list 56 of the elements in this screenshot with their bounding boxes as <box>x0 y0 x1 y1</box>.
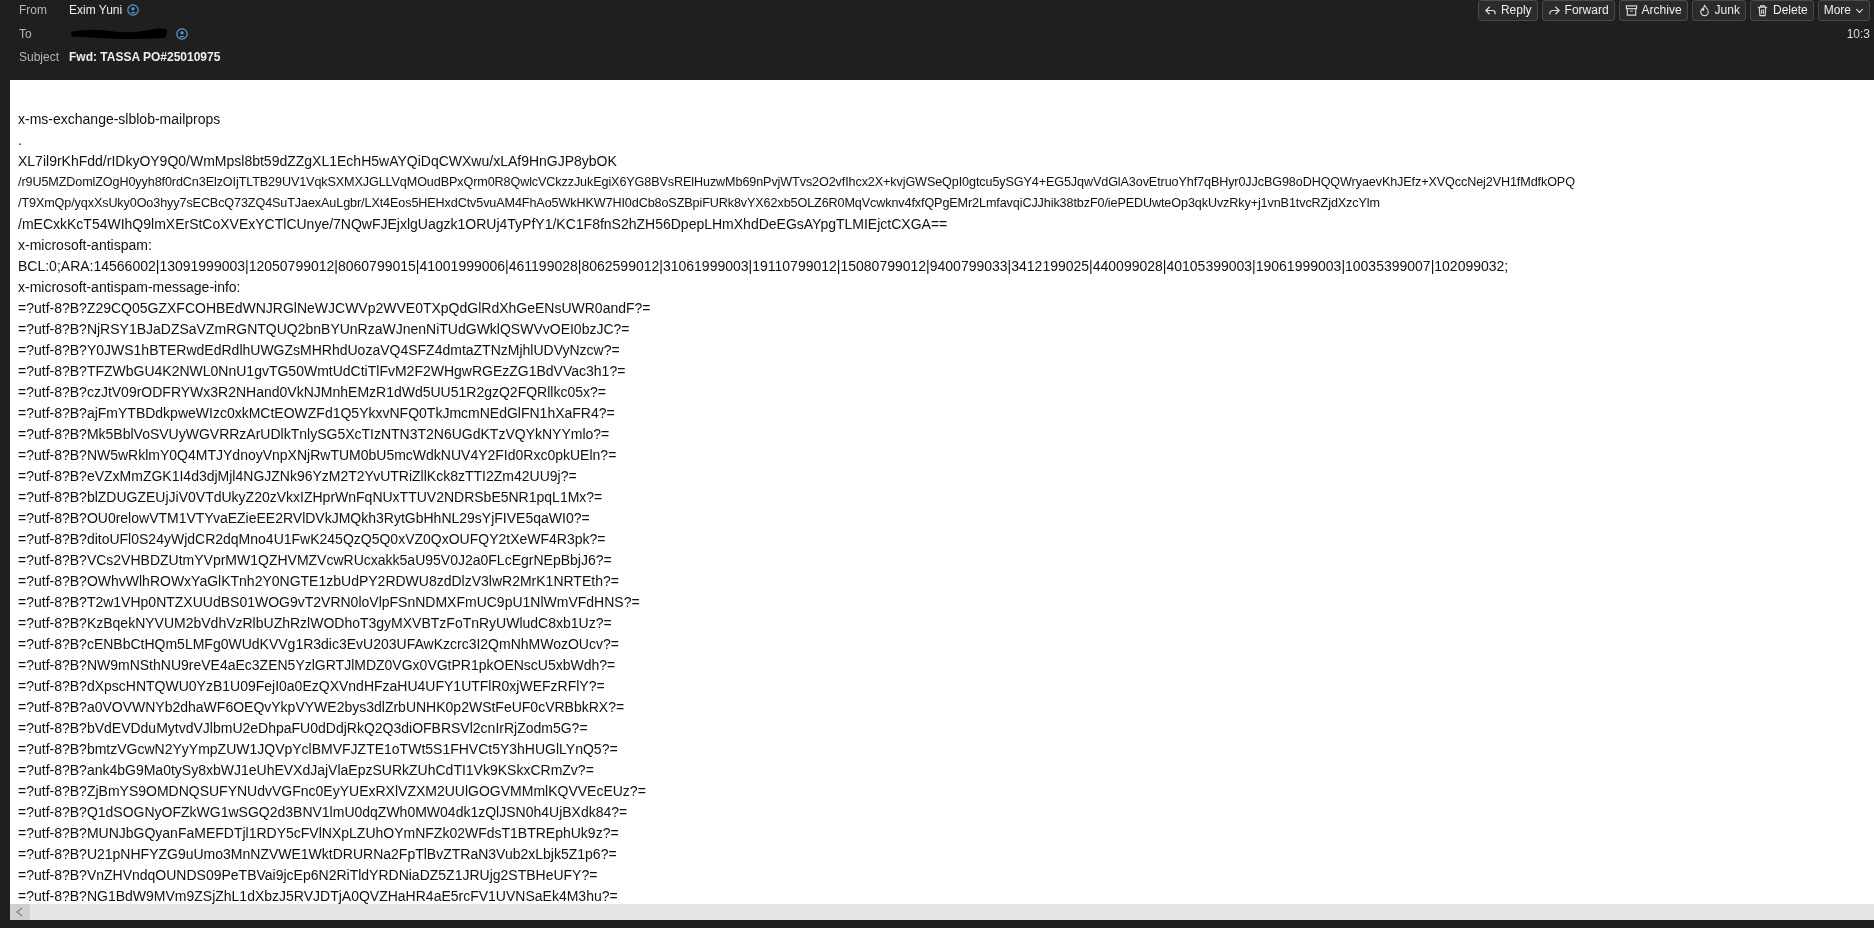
header-line: =?utf-8?B?ajFmYTBDdkpweWIzc0xkMCtEOWZFd1Q5YkxvNFQ0TkJmcmNEdGlFN1hXaFR4?= <box>18 404 616 423</box>
header-line: =?utf-8?B?Y0JWS1hBTERwdEdRdlhUWGZsMHRhdUozaVQ4SFZ4dmtaZTNzMjhlUDVyNzcw?= <box>18 341 621 360</box>
header-line: =?utf-8?B?NjRSY1BJaDZSaVZmRGNTQUQ2bnBYUnRzaWJnenNiTUdGWklQSWVvOEI0bzJC?= <box>18 320 631 339</box>
header-line: =?utf-8?B?eVZxMmZGK1I4d3djMjl4NGJZNk96YzM2T2YvUTRiZllKck8zTTI2Zm42UU9j?= <box>18 467 578 486</box>
header-line: =?utf-8?B?U21pNHFYZG9uUmo3MnNZVWE1WktDRURNa2FpTlBvZTRaN3Vub2xLbjk5Z1p6?= <box>18 845 618 864</box>
header-line: =?utf-8?B?NW9mNSthNU9reVE4aEc3ZEN5YzlGRTJlMDZ0VGx0VGtPR1pkOENscU5xbWdh?= <box>18 656 617 675</box>
subject-text: Fwd: TASSA PO#25010975 <box>69 50 221 64</box>
archive-button[interactable]: Archive <box>1618 0 1688 21</box>
header-line: =?utf-8?B?blZDUGZEUjJiV0VTdUkyZ20zVkxIZHprWnFqNUxTTUV2NDRSbE5NR1pqL1Mx?= <box>18 488 604 507</box>
header-line: =?utf-8?B?VnZHVndqOUNDS09PeTBVai9jcEp6N2RiTldYRDNiaDZ5Z1JRUjg2STBHeUFY?= <box>18 866 599 885</box>
header-line: x-microsoft-antispam-message-info: <box>18 278 242 297</box>
header-line: =?utf-8?B?OU0relowVTM1VTYvaEZieEE2RVlDVkJMQkh3RytGbHhNL29sYjFIVE5qaWI0?= <box>18 509 591 528</box>
delete-button[interactable]: Delete <box>1749 0 1814 21</box>
more-button[interactable]: More <box>1817 0 1870 21</box>
header-line: =?utf-8?B?czJtV09rODFRYWx3R2NHand0VkNJMnhEMzR1dWd5UU51R2gzQ2FQRllkc05x?= <box>18 383 607 402</box>
header-line: =?utf-8?B?dXpscHNTQWU0YzB1U09FejI0a0EzQXVndHFzaHU4UFY1UTFlR0xjWEFzRFlY?= <box>18 677 606 696</box>
header-line: =?utf-8?B?bVdEVDduMytvdVJlbmU2eDhpaFU0dDdjRkQ2Q3diOFBRSVl2cnIrRjZodm5G?= <box>18 719 589 738</box>
header-line: BCL:0;ARA:14566002|13091999003|12050799012|8060799015|41001999006|461199028|8062599012|31061999003|19110799012|15080799012|9400799033|3412199025|440099028|40105399003|19061999003|10035399007|102099032; <box>18 257 1510 276</box>
from-label: From <box>19 3 48 17</box>
forward-button[interactable]: Forward <box>1541 0 1615 21</box>
header-line: =?utf-8?B?Mk5BblVoSVUyWGVRRzArUDlkTnlySG5XcTIzNTN3T2N6UGdKTzVQYkNYYmlo?= <box>18 425 611 444</box>
header-line: =?utf-8?B?Q1dSOGNyOFZkWG1wSGQ2d3BNV1lmU0dqZWh0MW04dk1zQlJSN0h4UjBXdk84?= <box>18 803 629 822</box>
header-line: =?utf-8?B?ZjBmYS9OMDNQSUFYNUdvVGFnc0EyYUExRXlVZXM2UUlGOGVMMmlKQVVEcEUz?= <box>18 782 647 801</box>
header-line: =?utf-8?B?OWhvWlhROWxYaGlKTnh2Y0NGTE1zbUdPY2RDWU8zdDlzV3lwR2MrK1NRTEth?= <box>18 572 620 591</box>
header-line: =?utf-8?B?NG1BdW9MVm9ZSjZhL1dXbzJ5RVJDTjA0QVZHaHR4aE5rcFV1UVNSaEk4M3hu?= <box>18 887 619 904</box>
header-line: =?utf-8?B?cENBbCtHQm5LMFg0WUdKVVg1R3dic3EvU203UFAwKzcrc3I2QmNhMWozOUcv?= <box>18 635 620 654</box>
flame-icon <box>1697 3 1711 17</box>
header-line: =?utf-8?B?TFZWbGU4K2NWL0NnU1gvTG50WmtUdCtiTlFvM2F2WHgwRGEzZG1BdVVac3h1?= <box>18 362 627 381</box>
header-line: =?utf-8?B?bmtzVGcwN2YyYmpZUW1JQVpYclBMVFJZTE1oTWt5S1FHVCt5Y3hHUGlLYnQ5?= <box>18 740 619 759</box>
header-line: x-ms-exchange-slblob-mailprops <box>18 110 222 129</box>
contact-icon[interactable] <box>127 4 140 16</box>
header-line: =?utf-8?B?NW5wRklmY0Q4MTJYdnoyVnpXNjRwTUM0bU5mcWdkNUV4Y2FId0Rxc0pkUEln?= <box>18 446 618 465</box>
header-line: =?utf-8?B?Z29CQ05GZXFCOHBEdWNJRGlNeWJCWVp2WVE0TXpQdGlRdXhGeENsUWR0andF?= <box>18 299 652 318</box>
sender-name[interactable]: Exim Yuni <box>69 3 123 17</box>
contact-icon[interactable] <box>176 28 188 40</box>
junk-button[interactable]: Junk <box>1691 0 1746 21</box>
header-line: x-microsoft-antispam: <box>18 236 153 255</box>
header-line: =?utf-8?B?KzBqekNYVUM2bVdhVzRlbUZhRzlWODhoT3gyMXVBTzFoTnRyUWludC8xb1Uz?= <box>18 614 613 633</box>
header-line: /r9U5MZDomlZOgH0yyh8f0rdCn3ElzOIjTLTB29UV1VqkSXMXJGLLVqMOudBPxQrm0R8QwlcVCkzzJukEgiX6YG8BVsRElHuzwMb69nPvjWTvs2O2vfIhcx2X+kvjGWSeQpI0gtcu5ySGY4+EG5JqwVdGlA3ovEtruoYhf7qBHyr0JJcBG98oDHQQWryaevKhJEfz+XVQccNej2VH1fMdfkOPQ <box>18 174 1576 191</box>
header-line: =?utf-8?B?ank4bG9Ma0tySy8xbWJ1eUhEVXdJajVlaEpzSURkZUhCdTI1Vk9KSkxCRmZv?= <box>18 761 595 780</box>
header-line: XL7il9rKhFdd/rIDkyOY9Q0/WmMpsl8bt59dZZgXL1EchH5wAYQiDqCWXwu/xLAf9HnGJP8ybOK <box>18 152 618 171</box>
header-line: =?utf-8?B?VCs2VHBDZUtmYVprMW1QZHVMZVcwRUcxakk5aU95V0J2a0FLcEgrNEpBbjJ6?= <box>18 551 613 570</box>
trash-icon <box>1755 3 1769 17</box>
header-line: =?utf-8?B?a0VOVWNYb2dhaWF6OEQvYkpVYWE2bys3dlZrbUNHK0p2WStFeUF0cVRBbkRX?= <box>18 698 626 717</box>
header-line: =?utf-8?B?MUNJbGQyanFaMEFDTjl1RDY5cFVlNXpLZUhOYmNFZk02WFdsT1BTREphUk9z?= <box>18 824 620 843</box>
archive-box-icon <box>1624 3 1638 17</box>
header-line: /mECxkKcT54WIhQ9lmXErStCoXVExYCTlCUnye/7NQwFJEjxlgUagzk1ORUj4TyPfY1/KC1F8fnS2hZH56DpepLHmXhdDeEGsAYpgTLMIEjctCXGA== <box>18 215 949 234</box>
header-line: =?utf-8?B?T2w1VHp0NTZXUUdBS01WOG9vT2VRN0loVlpFSnNDMXFmUC9pU1NlWmVFdHNS?= <box>18 593 641 612</box>
horizontal-scrollbar[interactable] <box>10 904 1874 920</box>
to-label: To <box>19 27 33 41</box>
header-line: =?utf-8?B?ditoUFl0S24yWjdCR2dqMno4U1FwK245QzQ5Q0xVZ0QxOUFQY2tXeWF4R3pk?= <box>18 530 607 549</box>
message-time: 10:3 <box>1846 27 1870 41</box>
header-line: . <box>18 131 23 150</box>
header-line: /T9XmQp/yqxXsUky0Oo3hyy7sECBcQ73ZQ4SuTJaexAuLgbr/LXt4Eos5HEHxdCtv5vuAM4FhAo5WkHKW7HI0dCb8oSZBpiFURk8vYX62xb5OLZ6R0MqVcwknv4fxfQPgEMr2LmfavqiCJJhik38tbzF0/iePEDUwteOp3qkUvzRky+j1vnB1tvcRZjdXzcYlm <box>18 195 1381 212</box>
reply-button[interactable]: Reply <box>1477 0 1538 21</box>
subject-label: Subject <box>19 50 61 64</box>
